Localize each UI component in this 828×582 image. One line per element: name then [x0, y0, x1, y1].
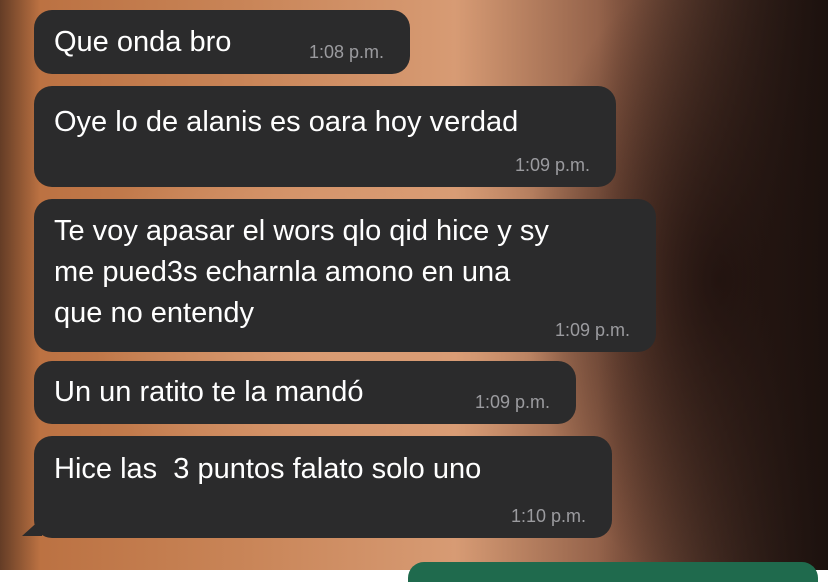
message-timestamp: 1:10 p.m.: [510, 506, 586, 526]
message-text: Te voy apasar el wors qlo qid hice y sy …: [54, 215, 549, 329]
message-text: Oye lo de alanis es oara hoy verdad: [54, 106, 519, 138]
message-bubble[interactable]: Que onda bro 1:08 p.m.: [34, 10, 410, 74]
message-timestamp: 1:09 p.m.: [514, 155, 590, 175]
outgoing-message-bubble-partial[interactable]: [408, 562, 818, 582]
message-timestamp: 1:09 p.m.: [474, 392, 550, 412]
message-bubble[interactable]: Oye lo de alanis es oara hoy verdad 1:09…: [34, 86, 616, 187]
message-bubble[interactable]: Hice las 3 puntos falato solo uno 1:10 p…: [34, 436, 612, 538]
message-timestamp: 1:09 p.m.: [554, 320, 630, 340]
message-bubble[interactable]: Te voy apasar el wors qlo qid hice y sy …: [34, 199, 656, 352]
message-timestamp: 1:08 p.m.: [308, 42, 384, 62]
message-bubble[interactable]: Un un ratito te la mandó 1:09 p.m.: [34, 361, 576, 424]
message-text: Hice las 3 puntos falato solo uno: [54, 453, 482, 485]
